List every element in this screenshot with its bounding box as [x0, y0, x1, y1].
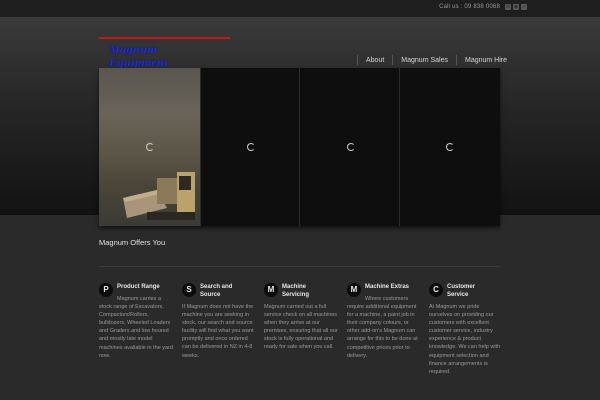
image-slider[interactable] [99, 68, 500, 226]
main-nav: About Magnum Sales Magnum Hire [357, 55, 515, 65]
feature-title: Search and Source [200, 284, 233, 298]
letter-badge-icon: C [429, 283, 443, 297]
nav-about[interactable]: About [358, 57, 392, 64]
feature-title: Customer Service [447, 284, 476, 298]
loading-icon [146, 143, 154, 151]
feature-body: Magnum carries a stock range of Excavato… [99, 296, 173, 359]
social-links: ✉ ◉ ⇗ [505, 4, 527, 10]
nav-magnum-sales[interactable]: Magnum Sales [393, 57, 456, 64]
logo-top-bar [99, 37, 230, 39]
slider-panel-2[interactable] [201, 68, 299, 226]
nav-magnum-hire[interactable]: Magnum Hire [457, 57, 515, 64]
rss-icon[interactable]: ◉ [513, 4, 519, 10]
letter-badge-icon: S [182, 283, 196, 297]
loading-icon [446, 143, 454, 151]
letter-badge-icon: M [264, 283, 278, 297]
loading-icon [347, 143, 355, 151]
section-divider [99, 266, 500, 267]
feature-title: Machine Extras [365, 284, 410, 290]
slider-panel-3[interactable] [300, 68, 399, 226]
top-bar: Call us : 09 838 0068 ✉ ◉ ⇗ [0, 0, 600, 17]
feature-body: Magnum carried out a full service check … [264, 304, 338, 351]
slider-panel-4[interactable] [400, 68, 500, 226]
feature-body: At Magnum we pride ourselves on providin… [429, 304, 501, 375]
feature-title: Machine Servicing [282, 284, 310, 298]
call-us-text: Call us : 09 838 0068 [439, 4, 500, 10]
feature-title: Product Range [117, 284, 160, 290]
machine-photo [123, 172, 195, 220]
loading-icon [247, 143, 255, 151]
share-icon[interactable]: ⇗ [521, 4, 527, 10]
feature-body: Where customers require additional equip… [347, 296, 418, 359]
email-icon[interactable]: ✉ [505, 4, 511, 10]
slider-panel-1[interactable] [99, 68, 200, 226]
feature-body: If Magnum does not have the machine you … [182, 304, 254, 359]
section-title: Magnum Offers You [99, 238, 166, 247]
